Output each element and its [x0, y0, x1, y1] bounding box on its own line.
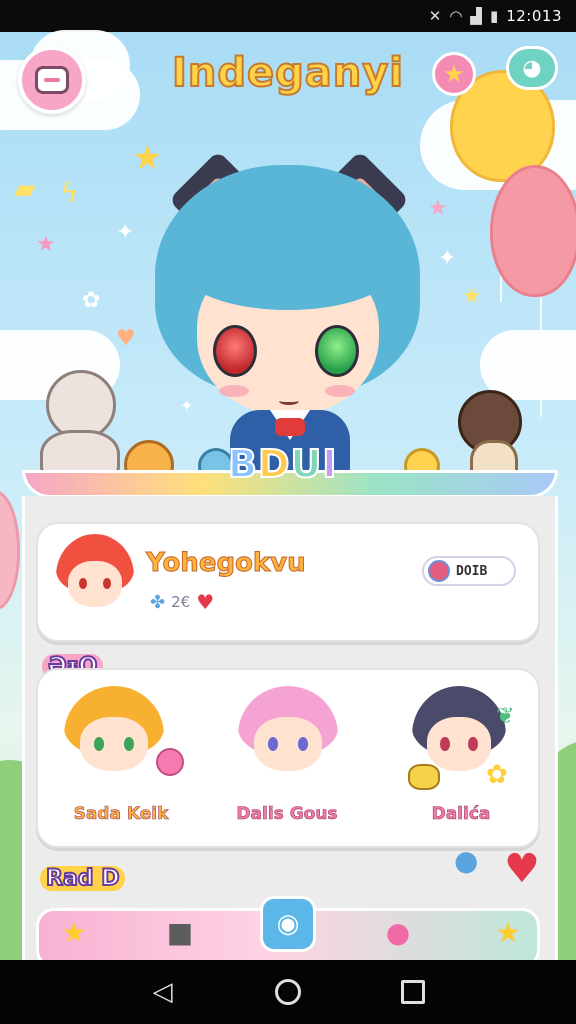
wifi-icon: ◠	[449, 7, 463, 25]
hero-eye-left	[213, 325, 257, 377]
sparkle-icon: ✦	[116, 220, 135, 245]
badge-letter: D	[257, 441, 291, 487]
chat-icon: ◉	[276, 909, 300, 939]
leaf-icon: ❦	[496, 704, 515, 729]
profile-name: Yohegokvu	[146, 548, 307, 579]
system-nav-bar: ◁	[0, 960, 576, 1024]
heart-icon: ♥	[196, 590, 215, 614]
recents-icon	[401, 980, 426, 1004]
mute-icon: ✕	[428, 7, 442, 25]
friend-name: Dalića	[431, 804, 491, 825]
bottom-section-tag: Rad D	[40, 865, 126, 892]
bird-button[interactable]: ◕	[506, 46, 558, 90]
nav-pig-button[interactable]: ●	[372, 906, 424, 958]
lightning-icon: ϟ	[60, 176, 79, 209]
nav-cat-button[interactable]: ■	[154, 906, 206, 958]
recents-button[interactable]	[393, 972, 433, 1012]
profile-badge-button[interactable]: DOIB	[422, 556, 516, 586]
home-icon	[274, 979, 301, 1005]
profile-badge-label: DOIB	[456, 563, 488, 579]
flower-icon: ✿	[82, 288, 101, 313]
status-time: 12:013	[506, 7, 562, 25]
friend-name: Dalis Gous	[236, 804, 338, 825]
back-icon: ◁	[152, 977, 173, 1007]
balloon-pink	[490, 165, 576, 297]
nav-chat-button[interactable]: ◉	[260, 896, 316, 952]
balloon-string	[540, 297, 542, 417]
flower-icon: ✿	[486, 760, 508, 790]
bird-icon: ◕	[522, 55, 542, 81]
star-icon: ★	[61, 915, 87, 949]
bird-icon: ●	[454, 844, 479, 877]
badge-letter: U	[290, 441, 323, 487]
cat-icon: ■	[166, 915, 194, 949]
badge-icon	[428, 560, 450, 582]
friend-avatar[interactable]	[64, 686, 164, 784]
friend-name: Sada Keik	[73, 804, 169, 825]
star-icon: ★	[462, 284, 482, 309]
hero-mouth	[279, 397, 299, 405]
flower-icon: ★	[443, 60, 465, 88]
app-title: Indeganyi	[171, 49, 404, 97]
hero-character	[135, 135, 440, 475]
hero-ribbon	[275, 418, 305, 436]
profile-meta-text: 2€	[171, 593, 191, 611]
friend-avatar[interactable]	[238, 686, 338, 784]
profile-avatar[interactable]	[56, 534, 134, 618]
nav-star-button[interactable]: ★	[482, 906, 534, 958]
flag-icon: ▰	[14, 172, 36, 205]
status-bar: ✕ ◠ ▟ ▮ 12:013	[0, 0, 576, 32]
home-button[interactable]	[268, 972, 308, 1012]
hero-bangs	[183, 230, 393, 310]
balloon-icon	[156, 748, 184, 776]
blush	[219, 385, 249, 397]
star-icon: ★	[36, 232, 56, 257]
flower-button[interactable]: ★	[432, 52, 476, 96]
badge-letter: I	[321, 441, 338, 487]
signal-icon: ▟	[470, 7, 482, 25]
mascot-icon	[408, 764, 440, 790]
battery-icon: ▮	[489, 7, 499, 25]
back-button[interactable]: ◁	[143, 972, 183, 1012]
paw-icon: ✤	[150, 591, 166, 613]
pig-icon: ●	[385, 915, 411, 949]
profile-meta: ✤ 2€ ♥	[150, 590, 214, 614]
hero-eye-right	[315, 325, 359, 377]
sparkle-icon: ✦	[438, 246, 457, 271]
app-screen: ✕ ◠ ▟ ▮ 12:013 ★ ▰ ϟ ★ ✦ ✿ ♥ ★ ✦ ★ ✦ Ind…	[0, 0, 576, 1024]
heart-icon: ♥	[504, 846, 540, 892]
badge-letter: B	[227, 441, 258, 487]
heart-icon: ♥	[116, 326, 136, 351]
hero-badge: BDUI	[227, 441, 338, 487]
star-icon: ★	[495, 915, 521, 949]
nav-star-button[interactable]: ★	[48, 906, 100, 958]
blush	[325, 385, 355, 397]
